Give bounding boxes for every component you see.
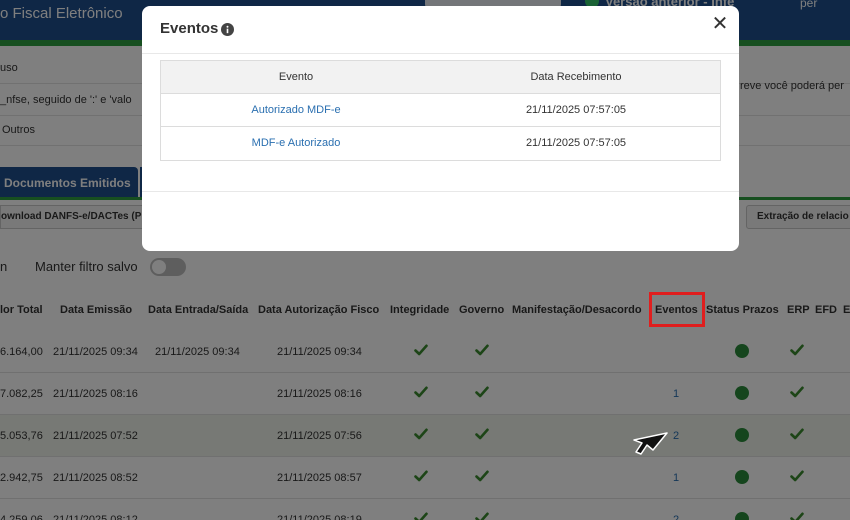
modal-footer-divider (142, 191, 739, 192)
close-icon[interactable]: ✕ (710, 14, 730, 34)
eventos-modal: Eventos ✕ Evento Data Recebimento Autori… (142, 6, 739, 251)
col-header-data-recebimento: Data Recebimento (530, 71, 622, 83)
modal-title: Eventos (160, 20, 219, 37)
info-circle-icon (221, 23, 234, 36)
table-row: MDF-e Autorizado 21/11/2025 07:57:05 (161, 127, 720, 160)
event-date: 21/11/2025 07:57:05 (525, 104, 627, 116)
event-link-mdfe-autorizado[interactable]: MDF-e Autorizado (161, 137, 431, 149)
mouse-pointer-icon (633, 432, 668, 455)
col-header-evento: Evento (278, 71, 314, 83)
event-date: 21/11/2025 07:57:05 (525, 137, 627, 149)
events-table: Evento Data Recebimento Autorizado MDF-e… (160, 60, 721, 161)
event-link-autorizado-mdfe[interactable]: Autorizado MDF-e (161, 104, 431, 116)
events-table-header: Evento Data Recebimento (161, 61, 720, 94)
eventos-column-highlight (649, 292, 705, 327)
table-row: Autorizado MDF-e 21/11/2025 07:57:05 (161, 94, 720, 127)
modal-header-divider (142, 53, 739, 54)
